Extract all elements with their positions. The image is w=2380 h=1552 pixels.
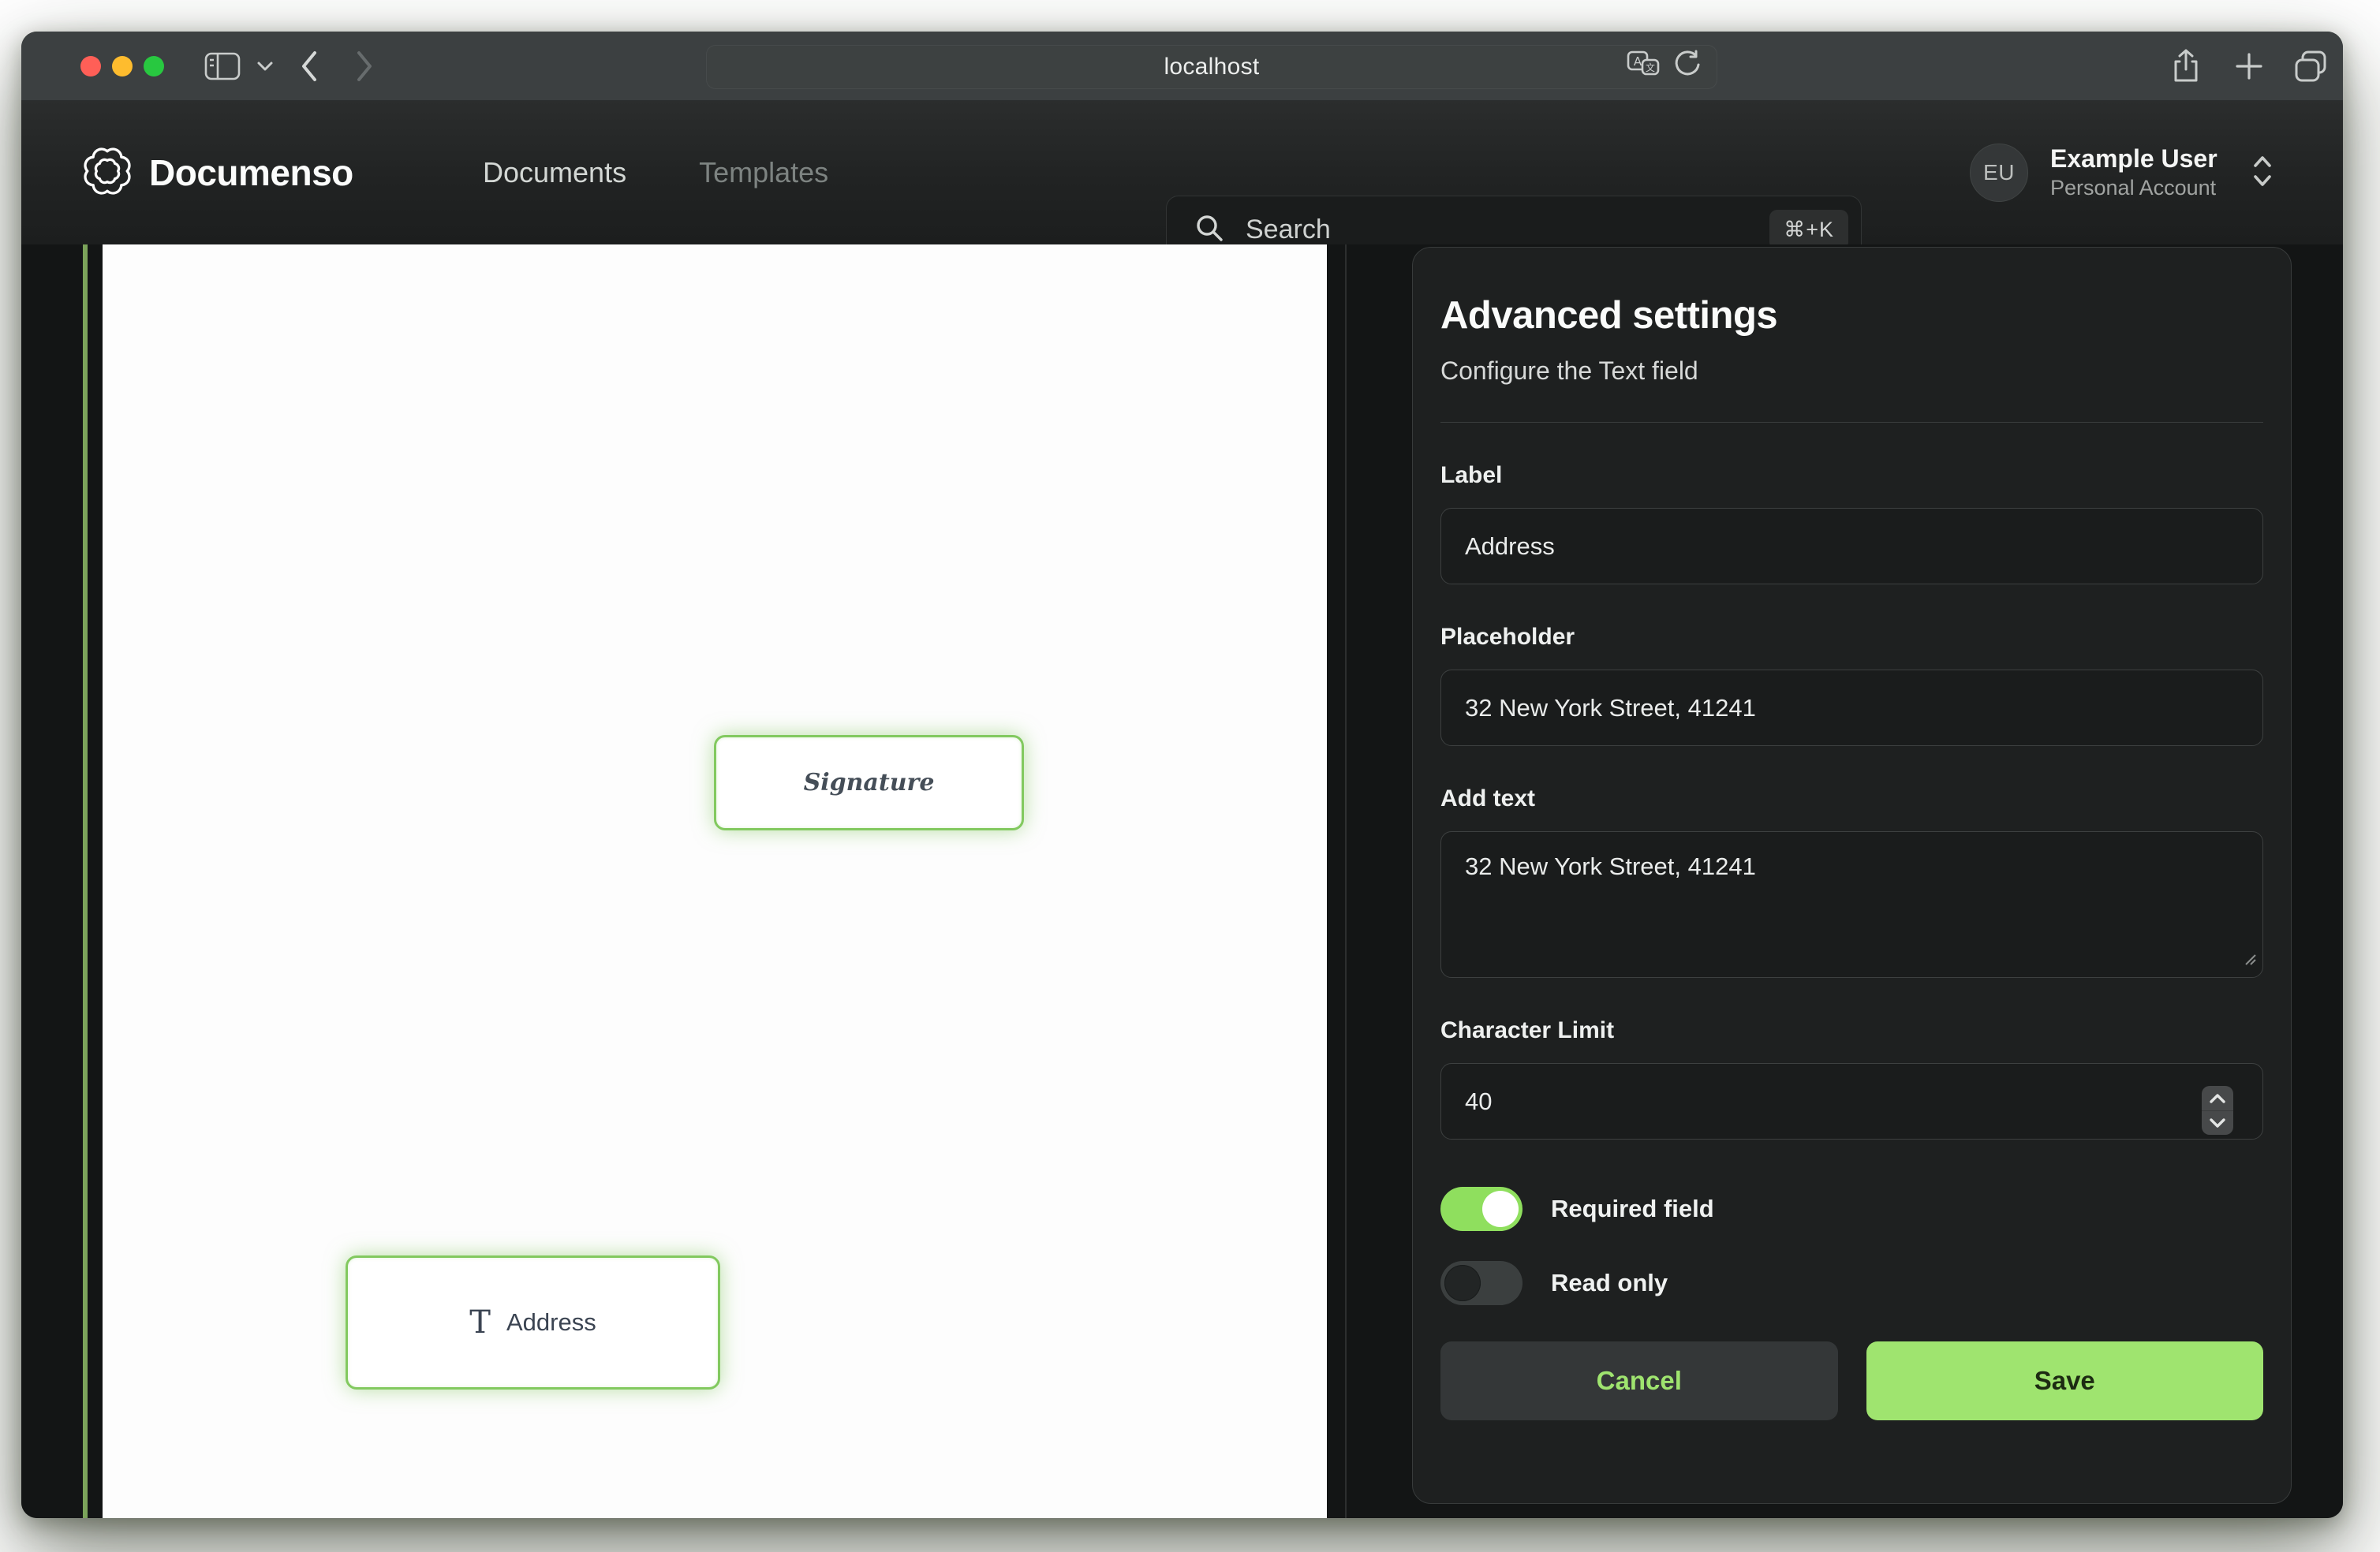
reload-icon[interactable] (1672, 50, 1702, 84)
read-only-label: Read only (1551, 1269, 1668, 1297)
close-window-button[interactable] (80, 56, 101, 76)
svg-text:A: A (1634, 54, 1642, 69)
character-limit-field-label: Character Limit (1440, 1017, 2263, 1044)
sidebar-toggle-icon[interactable] (199, 32, 246, 101)
content-area: Signature T Address Advanced settings Co… (21, 244, 2343, 1518)
browser-window: localhost A 文 (21, 32, 2343, 1518)
placeholder-field-label: Placeholder (1440, 624, 2263, 651)
nav-item-documents[interactable]: Documents (483, 156, 626, 189)
back-button[interactable] (290, 32, 329, 101)
add-text-textarea[interactable]: 32 New York Street, 41241 (1440, 831, 2263, 978)
panel-subtitle: Configure the Text field (1440, 356, 2263, 386)
panel-title: Advanced settings (1440, 293, 2263, 338)
svg-text:文: 文 (1646, 62, 1655, 73)
required-field-label: Required field (1551, 1195, 1714, 1223)
character-limit-input[interactable] (1440, 1063, 2263, 1140)
page-accent-line (83, 244, 88, 1518)
cancel-button[interactable]: Cancel (1440, 1341, 1838, 1420)
browser-titlebar: localhost A 文 (21, 32, 2343, 101)
translate-icon[interactable]: A 文 (1627, 50, 1661, 83)
placeholder-input[interactable] (1440, 670, 2263, 746)
read-only-toggle[interactable] (1440, 1261, 1523, 1305)
search-placeholder: Search (1246, 215, 1769, 245)
panel-divider (1440, 422, 2263, 423)
stepper-down-icon (2209, 1117, 2226, 1129)
zoom-window-button[interactable] (144, 56, 164, 76)
signature-field-label: Signature (804, 769, 935, 797)
forward-button[interactable] (345, 32, 384, 101)
label-field-label: Label (1440, 462, 2263, 489)
nav-item-templates[interactable]: Templates (699, 156, 828, 189)
text-field-address[interactable]: T Address (346, 1255, 720, 1390)
label-input[interactable] (1440, 508, 2263, 584)
add-text-field-label: Add text (1440, 785, 2263, 812)
read-only-toggle-row: Read only (1440, 1261, 2263, 1305)
content-divider (1345, 244, 1347, 1518)
avatar: EU (1970, 144, 2028, 202)
text-field-icon: T (469, 1307, 491, 1338)
advanced-settings-panel: Advanced settings Configure the Text fie… (1412, 247, 2292, 1504)
signature-field[interactable]: Signature (714, 735, 1024, 830)
chevron-down-icon[interactable] (252, 32, 278, 101)
user-menu-caret-icon (2251, 154, 2274, 192)
app-header: Documenso Documents Templates Search ⌘+K… (21, 101, 2343, 244)
number-stepper[interactable] (2202, 1086, 2233, 1135)
document-page: Signature T Address (103, 244, 1327, 1518)
main-nav: Documents Templates (483, 101, 828, 244)
new-tab-icon[interactable] (2227, 32, 2271, 101)
required-field-toggle-row: Required field (1440, 1187, 2263, 1231)
user-name: Example User (2050, 144, 2217, 173)
url-text: localhost (1164, 54, 1259, 80)
search-icon (1194, 212, 1225, 248)
brand[interactable]: Documenso (83, 101, 353, 244)
text-field-label: Address (506, 1308, 596, 1337)
address-bar[interactable]: localhost A 文 (706, 45, 1717, 89)
required-field-toggle[interactable] (1440, 1187, 1523, 1231)
share-icon[interactable] (2164, 32, 2208, 101)
stepper-up-icon (2209, 1093, 2226, 1104)
user-account: Personal Account (2050, 174, 2217, 202)
brand-name: Documenso (149, 151, 353, 194)
documenso-logo-icon (83, 147, 132, 200)
resize-grip-icon[interactable] (2241, 950, 2257, 970)
save-button[interactable]: Save (1866, 1341, 2264, 1420)
user-menu[interactable]: EU Example User Personal Account (1970, 101, 2274, 244)
minimize-window-button[interactable] (112, 56, 133, 76)
search-shortcut-badge: ⌘+K (1769, 210, 1848, 250)
tab-overview-icon[interactable] (2287, 32, 2334, 101)
